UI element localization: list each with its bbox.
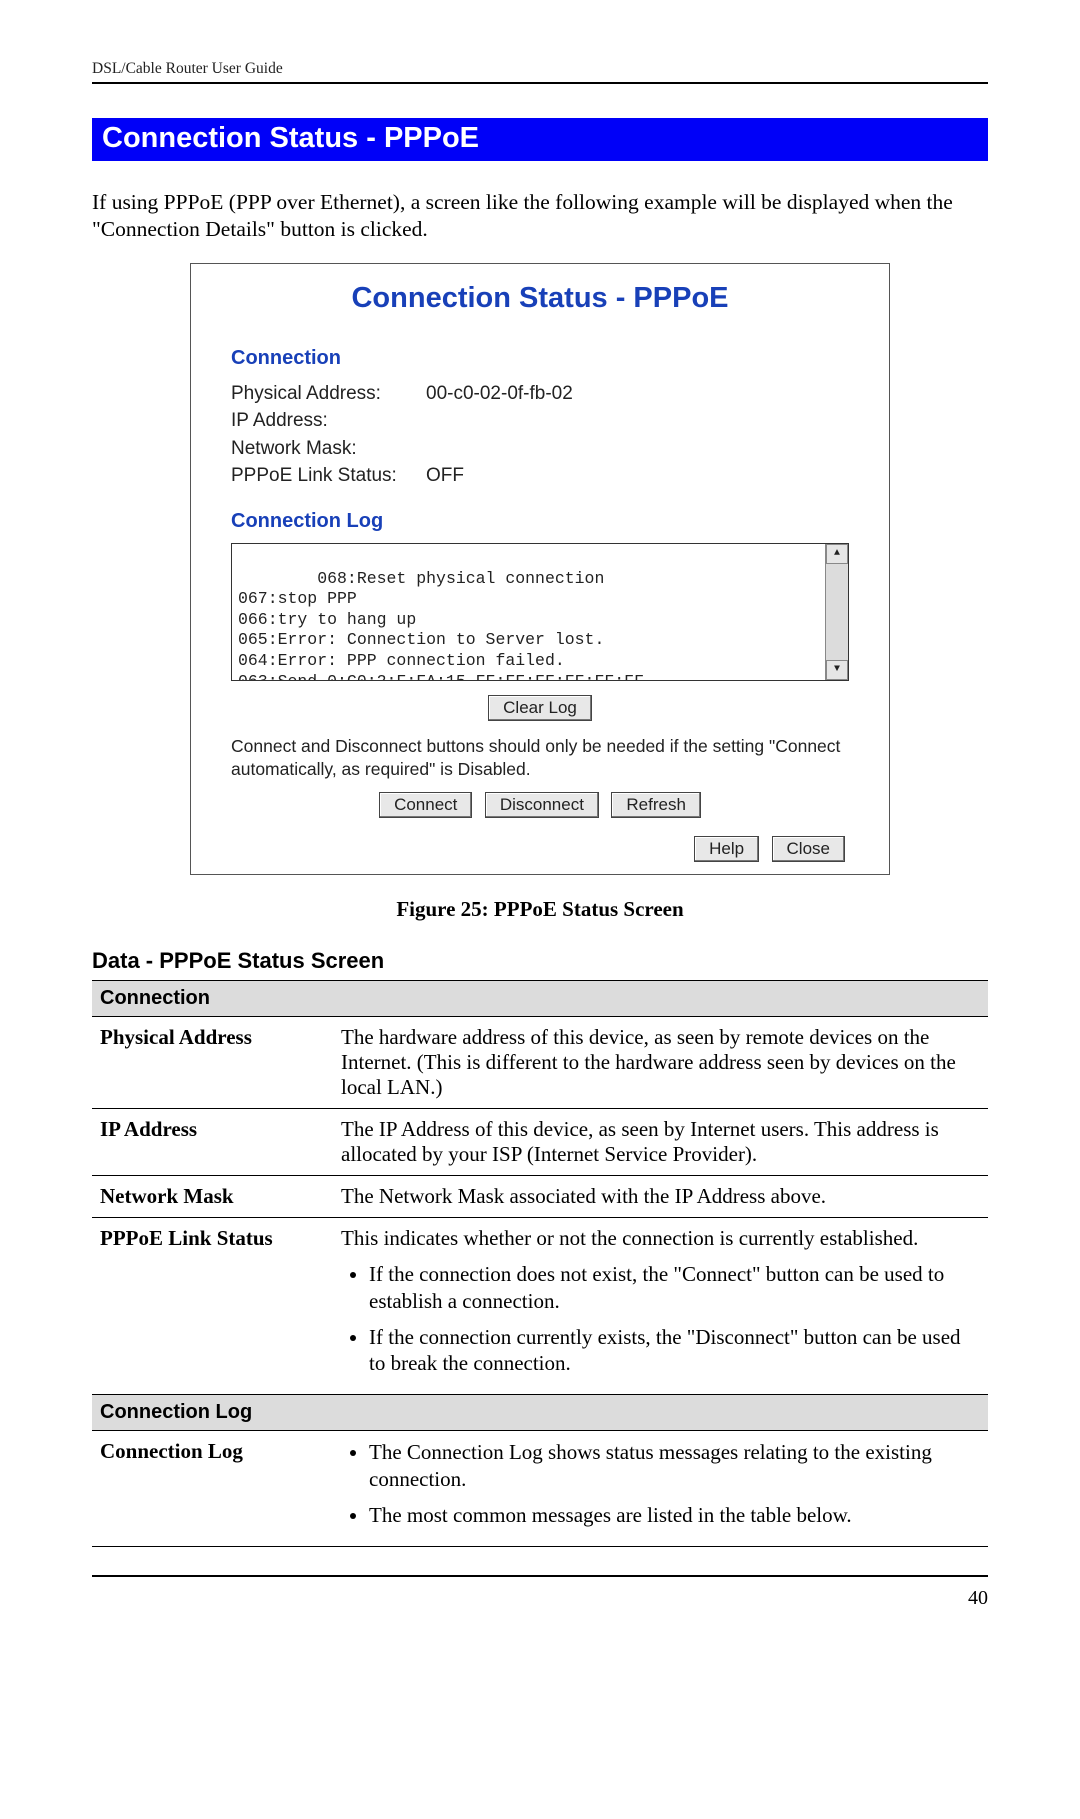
physical-address-value: 00-c0-02-0f-fb-02 <box>426 380 573 408</box>
running-header: DSL/Cable Router User Guide <box>92 60 988 84</box>
dialog-title: Connection Status - PPPoE <box>231 282 849 315</box>
scroll-down-icon[interactable]: ▼ <box>826 660 848 680</box>
scroll-up-icon[interactable]: ▲ <box>826 544 848 564</box>
data-table-heading: Data - PPPoE Status Screen <box>92 948 988 974</box>
physical-address-label: Physical Address: <box>231 380 426 408</box>
link-status-label: PPPoE Link Status: <box>231 462 426 490</box>
desc-ip-address: The IP Address of this device, as seen b… <box>333 1109 988 1176</box>
log-content: 068:Reset physical connection 067:stop P… <box>238 569 644 681</box>
refresh-button[interactable]: Refresh <box>611 792 701 818</box>
help-button[interactable]: Help <box>694 836 759 862</box>
connect-button[interactable]: Connect <box>379 792 472 818</box>
dialog-hint: Connect and Disconnect buttons should on… <box>231 735 849 781</box>
section-banner: Connection Status - PPPoE <box>92 118 988 161</box>
link-status-bullet-2: If the connection currently exists, the … <box>369 1324 980 1377</box>
connection-log-textarea[interactable]: 068:Reset physical connection 067:stop P… <box>231 543 849 681</box>
page-number: 40 <box>92 1575 988 1610</box>
network-mask-label: Network Mask: <box>231 435 426 463</box>
dialog-section-connection: Connection <box>231 347 849 370</box>
dialog-section-log: Connection Log <box>231 510 849 533</box>
link-status-bullet-1: If the connection does not exist, the "C… <box>369 1261 980 1314</box>
intro-paragraph: If using PPPoE (PPP over Ethernet), a sc… <box>92 189 988 243</box>
table-section-connection: Connection <box>92 981 988 1017</box>
term-connection-log: Connection Log <box>92 1431 333 1547</box>
ip-address-label: IP Address: <box>231 407 426 435</box>
close-button[interactable]: Close <box>772 836 845 862</box>
log-bullet-2: The most common messages are listed in t… <box>369 1502 980 1528</box>
desc-physical-address: The hardware address of this device, as … <box>333 1017 988 1109</box>
disconnect-button[interactable]: Disconnect <box>485 792 599 818</box>
desc-link-status: This indicates whether or not the connec… <box>333 1218 988 1395</box>
desc-connection-log: The Connection Log shows status messages… <box>333 1431 988 1547</box>
term-physical-address: Physical Address <box>92 1017 333 1109</box>
log-bullet-1: The Connection Log shows status messages… <box>369 1439 980 1492</box>
figure-caption: Figure 25: PPPoE Status Screen <box>92 897 988 922</box>
term-link-status: PPPoE Link Status <box>92 1218 333 1395</box>
desc-network-mask: The Network Mask associated with the IP … <box>333 1176 988 1218</box>
table-section-log: Connection Log <box>92 1395 988 1431</box>
term-ip-address: IP Address <box>92 1109 333 1176</box>
connection-fields: Physical Address: 00-c0-02-0f-fb-02 IP A… <box>231 380 849 490</box>
clear-log-button[interactable]: Clear Log <box>488 695 592 721</box>
pppoe-status-dialog: Connection Status - PPPoE Connection Phy… <box>190 263 890 876</box>
term-network-mask: Network Mask <box>92 1176 333 1218</box>
link-status-value: OFF <box>426 462 464 490</box>
data-table: Connection Physical Address The hardware… <box>92 980 988 1547</box>
log-scrollbar[interactable]: ▲ ▼ <box>825 544 848 680</box>
